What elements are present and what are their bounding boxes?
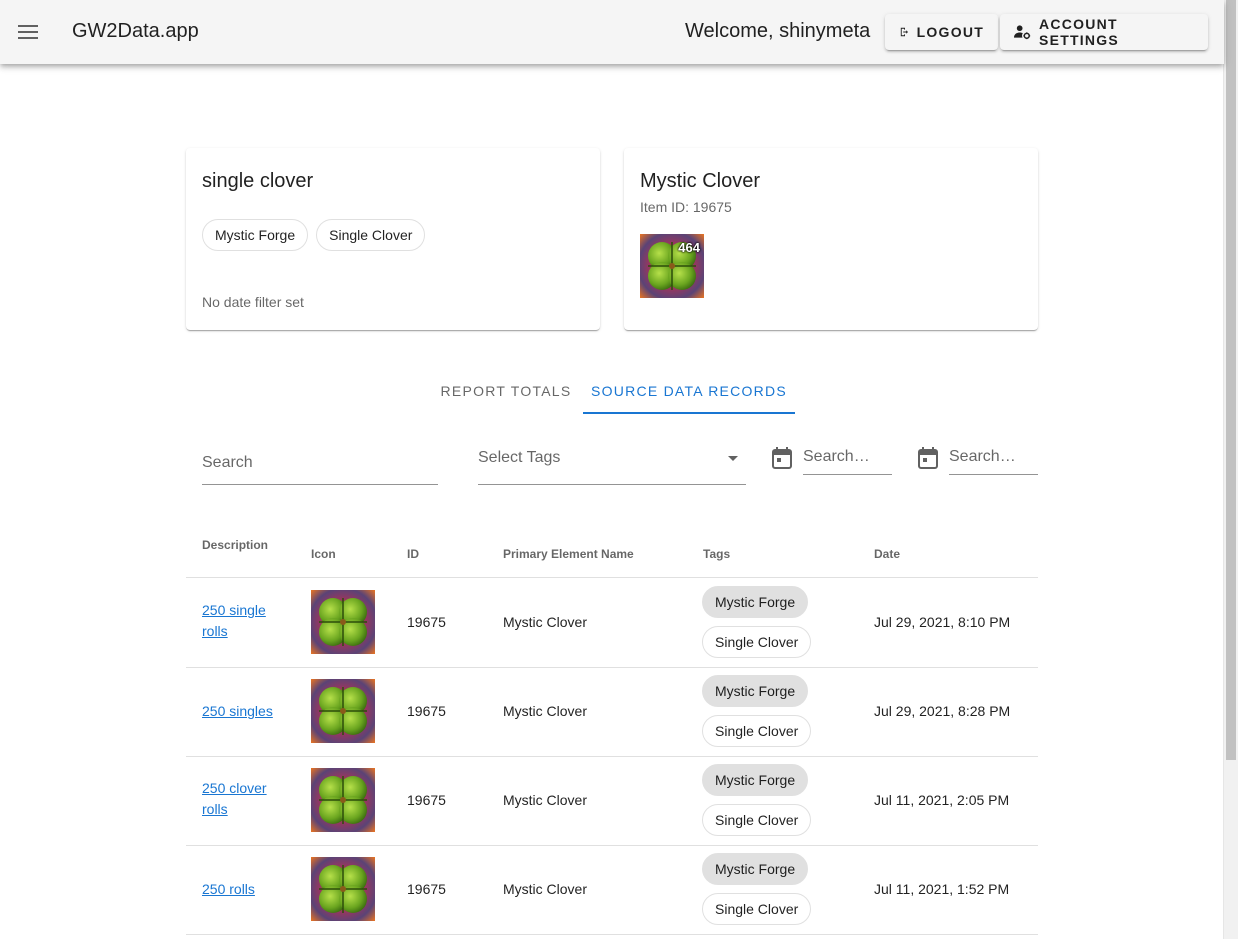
account-settings-button[interactable]: Account Settings [1000,14,1208,50]
header-date[interactable]: Date [874,547,900,561]
tag-chip-mystic-forge[interactable]: Mystic Forge [702,764,809,796]
tab-source-data-records[interactable]: Source Data Records [583,368,795,414]
scrollbar-thumb[interactable] [1226,0,1236,760]
id-cell: 19675 [407,792,446,808]
date-to-field [949,440,1038,475]
hamburger-menu-icon [18,25,38,39]
tag-chip-mystic-forge[interactable]: Mystic Forge [702,586,809,618]
mystic-clover-icon [311,590,375,654]
header-description[interactable]: Description [202,538,268,552]
table-row: 250 singles 19675 Mystic Clover Mystic F… [186,667,1038,757]
tags-cell: Mystic Forge Single Clover [702,586,812,658]
account-settings-label: Account Settings [1039,16,1120,48]
date-cell: Jul 29, 2021, 8:10 PM [874,614,1011,630]
tags-cell: Mystic Forge Single Clover [702,853,812,925]
select-tags-field[interactable]: Select Tags [478,440,746,485]
select-tags-label: Select Tags [478,449,561,466]
row-icon [311,679,375,743]
date-cell: Jul 11, 2021, 1:52 PM [874,881,1010,897]
mystic-clover-icon [311,679,375,743]
tag-chip-single-clover[interactable]: Single Clover [702,715,812,747]
tag-chip[interactable]: Single Clover [316,219,426,251]
tag-chip-single-clover[interactable]: Single Clover [702,893,812,925]
table-row: 250 clover rolls 19675 Mystic Clover Mys… [186,756,1038,846]
description-cell: 250 clover rolls [202,778,292,820]
name-cell: Mystic Clover [503,614,588,630]
menu-button[interactable] [8,12,48,52]
calendar-icon[interactable] [772,447,792,469]
tags-cell: Mystic Forge Single Clover [702,764,812,836]
row-icon [311,590,375,654]
row-icon [311,768,375,832]
name-cell: Mystic Clover [503,881,588,897]
tag-chip-single-clover[interactable]: Single Clover [702,626,812,658]
header-tags: Tags [703,547,731,561]
logout-label: Logout [916,24,984,40]
id-cell: 19675 [407,881,446,897]
logout-icon [900,27,909,37]
id-cell: 19675 [407,614,446,630]
search-input[interactable] [202,454,438,472]
id-cell: 19675 [407,703,446,719]
search-field [202,440,438,485]
tab-bar: Report Totals Source Data Records [429,368,795,414]
welcome-text: Welcome, shinymeta [685,20,871,42]
description-cell: 250 single rolls [202,600,292,642]
tag-chip[interactable]: Mystic Forge [202,219,309,251]
dropdown-arrow-icon [728,456,738,461]
report-card: single clover Mystic Forge Single Clover… [186,148,600,330]
description-link[interactable]: 250 single rolls [202,602,266,639]
date-from-field [803,440,892,475]
mystic-clover-icon [311,857,375,921]
date-to-input[interactable] [949,448,1038,466]
header-id[interactable]: ID [407,547,419,561]
account-settings-icon [1014,25,1031,40]
report-title: single clover [202,170,314,192]
tag-chip-single-clover[interactable]: Single Clover [702,804,812,836]
logout-button[interactable]: Logout [885,14,998,50]
name-cell: Mystic Clover [503,792,588,808]
item-card: Mystic Clover Item ID: 19675 464 [624,148,1038,330]
calendar-icon[interactable] [918,447,938,469]
row-icon [311,857,375,921]
page-scrollbar[interactable] [1223,0,1238,939]
description-link[interactable]: 250 clover rolls [202,780,267,817]
tags-cell: Mystic Forge Single Clover [702,675,812,747]
app-title[interactable]: GW2Data.app [72,20,199,43]
item-icon: 464 [640,234,704,298]
table-row: 250 rolls 19675 Mystic Clover Mystic For… [186,845,1038,935]
tag-chip-mystic-forge[interactable]: Mystic Forge [702,853,809,885]
tab-report-totals[interactable]: Report Totals [429,368,583,414]
tag-chip-mystic-forge[interactable]: Mystic Forge [702,675,809,707]
date-cell: Jul 29, 2021, 8:28 PM [874,703,1011,719]
item-id: Item ID: 19675 [640,199,732,215]
item-title: Mystic Clover [640,170,761,192]
description-link[interactable]: 250 rolls [202,881,255,897]
report-tag-list: Mystic Forge Single Clover [202,219,426,251]
header-icon: Icon [311,547,336,561]
mystic-clover-icon [311,768,375,832]
app-bar: GW2Data.app Welcome, shinymeta Logout Ac… [0,0,1224,64]
date-from-input[interactable] [803,448,892,466]
description-cell: 250 rolls [202,879,292,900]
description-cell: 250 singles [202,701,292,722]
description-link[interactable]: 250 singles [202,703,273,719]
table-row: 250 single rolls 19675 Mystic Clover Mys… [186,578,1038,668]
item-quantity: 464 [678,240,700,255]
name-cell: Mystic Clover [503,703,588,719]
date-cell: Jul 11, 2021, 2:05 PM [874,792,1010,808]
date-filter-note: No date filter set [202,294,304,310]
header-primary-element-name[interactable]: Primary Element Name [503,547,634,561]
